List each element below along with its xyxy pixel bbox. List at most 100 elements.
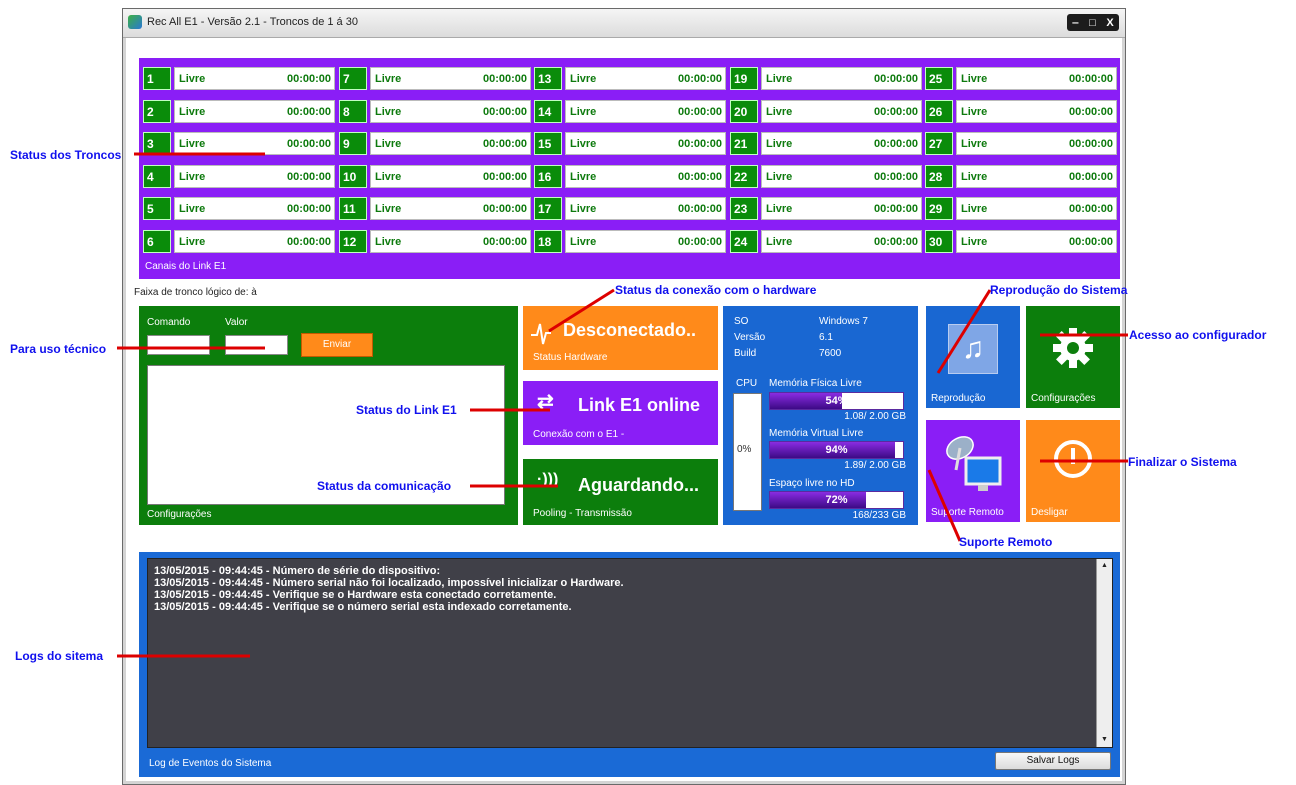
annotation-status-troncos: Status dos Troncos (10, 148, 122, 162)
trunk-number: 16 (534, 165, 562, 188)
trunk-number: 30 (925, 230, 953, 253)
trunk-status-box: Livre 00:00:00 (761, 165, 922, 188)
trunk-status-box: Livre 00:00:00 (174, 67, 335, 90)
log-lines: 13/05/2015 - 09:44:45 - Número de série … (154, 565, 624, 613)
trunk-status-box: Livre 00:00:00 (761, 197, 922, 220)
trunk-30: 30 Livre 00:00:00 (925, 230, 1117, 253)
logs-caption: Log de Eventos do Sistema (149, 758, 272, 769)
trunk-time: 00:00:00 (677, 73, 722, 85)
client-area: Canais do Link E1 1 Livre 00:00:00 2 Livre 00… (126, 38, 1122, 781)
title-bar[interactable]: Rec All E1 - Versão 2.1 - Troncos de 1 á… (123, 9, 1125, 38)
enviar-button[interactable]: Enviar (301, 333, 373, 357)
trunk-8: 8 Livre 00:00:00 (339, 100, 531, 123)
log-scrollbar[interactable]: ▲ ▼ (1096, 559, 1112, 747)
trunk-status: Livre (375, 138, 402, 150)
trunk-number: 23 (730, 197, 758, 220)
trunk-status-box: Livre 00:00:00 (761, 230, 922, 253)
trunk-number: 11 (339, 197, 367, 220)
trunk-time: 00:00:00 (286, 106, 331, 118)
trunk-10: 10 Livre 00:00:00 (339, 165, 531, 188)
communication-sub: Pooling - Transmissão (533, 508, 632, 519)
trunk-time: 00:00:00 (677, 203, 722, 215)
trunk-status-box: Livre 00:00:00 (370, 132, 531, 155)
trunk-number: 2 (143, 100, 171, 123)
trunk-21: 21 Livre 00:00:00 (730, 132, 922, 155)
trunk-status: Livre (375, 203, 402, 215)
swap-arrows-icon: ⇄ (537, 391, 554, 413)
scroll-down-icon[interactable]: ▼ (1097, 733, 1112, 747)
link-e1-sub: Conexão com o E1 - (533, 429, 625, 440)
trunk-22: 22 Livre 00:00:00 (730, 165, 922, 188)
comando-input[interactable] (147, 335, 210, 355)
comando-label: Comando (147, 317, 191, 328)
trunk-status-box: Livre 00:00:00 (956, 100, 1117, 123)
trunk-status: Livre (766, 106, 793, 118)
trunk-status: Livre (179, 138, 206, 150)
annotation-conexao-hardware: Status da conexão com o hardware (615, 283, 817, 297)
trunk-time: 00:00:00 (677, 106, 722, 118)
scroll-up-icon[interactable]: ▲ (1097, 559, 1112, 573)
trunk-status: Livre (179, 203, 206, 215)
configuracoes-button[interactable]: Configurações (1026, 306, 1120, 408)
salvar-logs-button[interactable]: Salvar Logs (995, 752, 1111, 770)
reproducao-button[interactable]: ♫ Reprodução (926, 306, 1020, 408)
trunk-time: 00:00:00 (873, 73, 918, 85)
configuracoes-label: Configurações (1031, 393, 1096, 404)
window-controls: ‒ □ X (1067, 14, 1119, 31)
trunk-status-box: Livre 00:00:00 (565, 132, 726, 155)
trunk-time: 00:00:00 (482, 203, 527, 215)
trunk-time: 00:00:00 (873, 203, 918, 215)
trunk-18: 18 Livre 00:00:00 (534, 230, 726, 253)
remote-support-icon (946, 436, 1002, 491)
so-value: Windows 7 (819, 316, 868, 327)
trunk-status-box: Livre 00:00:00 (174, 230, 335, 253)
trunk-status: Livre (961, 106, 988, 118)
suporte-remoto-button[interactable]: Suporte Remoto (926, 420, 1020, 522)
trunk-time: 00:00:00 (1068, 138, 1113, 150)
trunk-status: Livre (766, 203, 793, 215)
trunk-status-box: Livre 00:00:00 (174, 132, 335, 155)
close-button[interactable]: X (1106, 17, 1113, 29)
trunk-13: 13 Livre 00:00:00 (534, 67, 726, 90)
trunk-status: Livre (961, 73, 988, 85)
annotation-uso-tecnico: Para uso técnico (10, 342, 107, 356)
trunk-number: 6 (143, 230, 171, 253)
trunk-17: 17 Livre 00:00:00 (534, 197, 726, 220)
trunk-status: Livre (766, 73, 793, 85)
trunk-time: 00:00:00 (1068, 236, 1113, 248)
trunk-number: 29 (925, 197, 953, 220)
trunk-16: 16 Livre 00:00:00 (534, 165, 726, 188)
trunk-20: 20 Livre 00:00:00 (730, 100, 922, 123)
trunk-28: 28 Livre 00:00:00 (925, 165, 1117, 188)
trunk-status-box: Livre 00:00:00 (565, 100, 726, 123)
trunk-25: 25 Livre 00:00:00 (925, 67, 1117, 90)
trunk-status-box: Livre 00:00:00 (956, 132, 1117, 155)
trunk-status: Livre (570, 203, 597, 215)
trunk-time: 00:00:00 (286, 236, 331, 248)
desligar-button[interactable]: Desligar (1026, 420, 1120, 522)
cpu-value: 0% (737, 444, 752, 455)
trunk-status: Livre (179, 171, 206, 183)
trunk-number: 21 (730, 132, 758, 155)
trunk-time: 00:00:00 (677, 138, 722, 150)
trunk-status-box: Livre 00:00:00 (565, 165, 726, 188)
maximize-button[interactable]: □ (1089, 17, 1096, 29)
trunk-number: 12 (339, 230, 367, 253)
trunk-number: 9 (339, 132, 367, 155)
trunk-status: Livre (375, 73, 402, 85)
build-value: 7600 (819, 348, 842, 359)
trunk-number: 13 (534, 67, 562, 90)
trunk-status: Livre (766, 138, 793, 150)
trunk-status-box: Livre 00:00:00 (370, 230, 531, 253)
valor-input[interactable] (225, 335, 288, 355)
trunk-status-box: Livre 00:00:00 (565, 230, 726, 253)
trunk-status-box: Livre 00:00:00 (174, 165, 335, 188)
trunk-number: 28 (925, 165, 953, 188)
mem-fisica-label: Memória Física Livre (769, 378, 862, 389)
trunk-time: 00:00:00 (677, 236, 722, 248)
trunk-time: 00:00:00 (482, 138, 527, 150)
log-textarea[interactable]: 13/05/2015 - 09:44:45 - Número de série … (147, 558, 1113, 748)
trunk-number: 15 (534, 132, 562, 155)
minimize-button[interactable]: ‒ (1072, 17, 1078, 29)
trunk-status: Livre (570, 73, 597, 85)
